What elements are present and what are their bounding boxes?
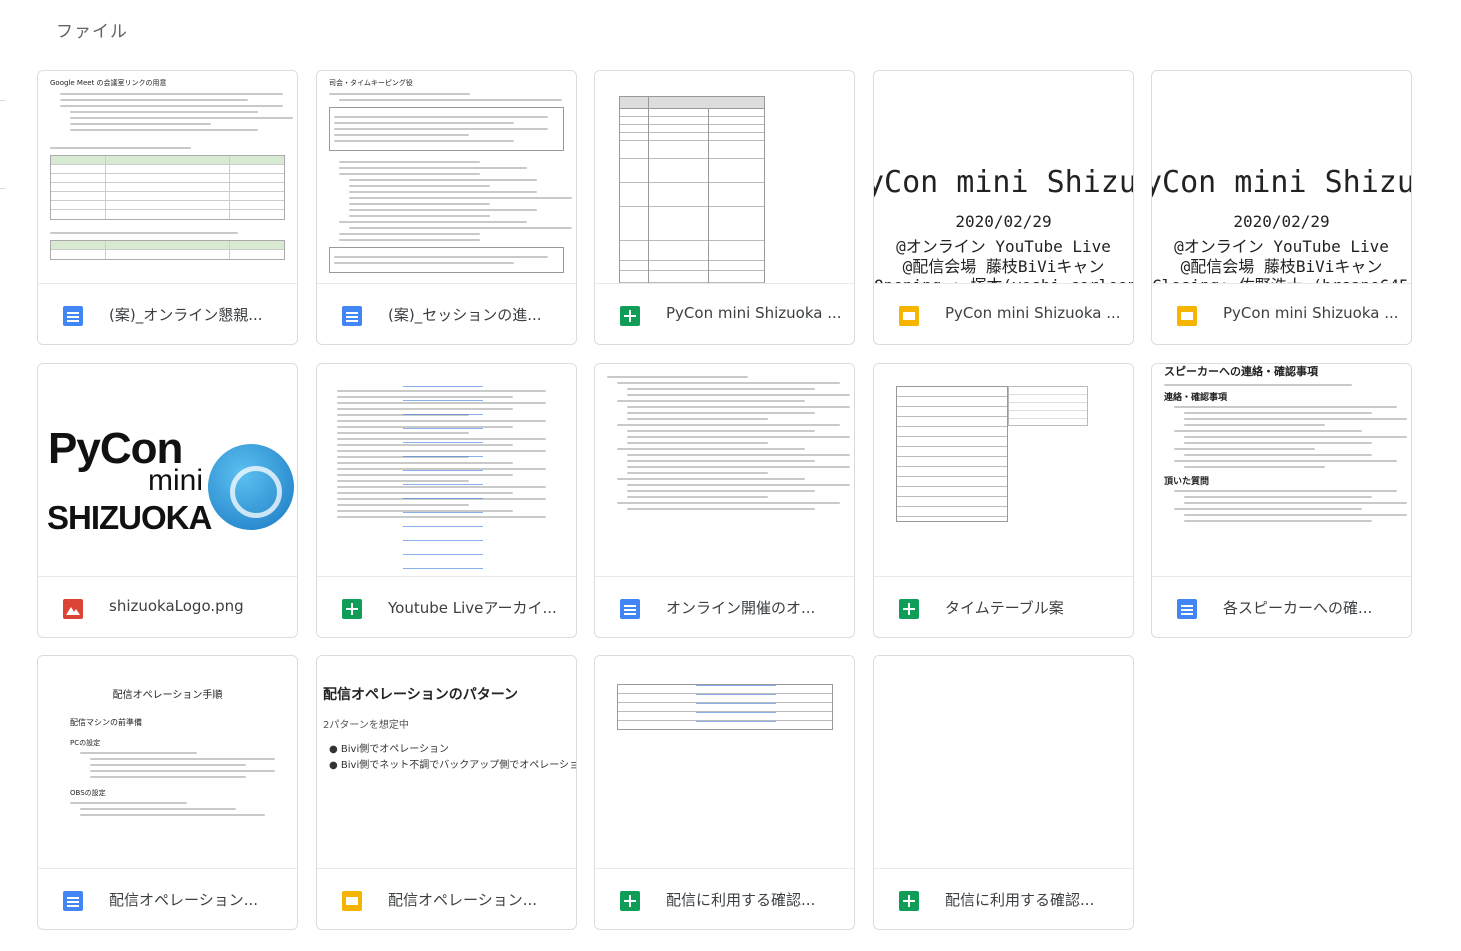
file-name: タイムテーブル案: [945, 599, 1064, 617]
sheet-icon: [342, 599, 362, 619]
slide-date: 2020/02/29: [1233, 212, 1330, 231]
file-thumbnail: スピーカーへの連絡・確認事項 連絡・確認事項 頂いた質問: [1152, 364, 1411, 577]
logo-image: PyCon mini SHIZUOKA: [38, 364, 297, 576]
slide-line: Closing: 佐野浩士 (hrsano645): [1152, 272, 1411, 283]
file-thumbnail: yCon mini Shizuok 2020/02/29 @オンライン YouT…: [874, 71, 1133, 284]
thumb-title: 配信オペレーションのパターン: [323, 687, 519, 703]
slide-title: yCon mini Shizuok: [1152, 165, 1411, 200]
slide-line: Opening : 塚本(yoshi-corleone): [874, 272, 1133, 283]
slide-icon: [342, 891, 362, 911]
file-thumbnail: [874, 656, 1133, 869]
thumb-title: Google Meet の会議室リンクの用意: [50, 79, 167, 87]
file-card[interactable]: 配信に利用する確認...: [873, 655, 1134, 930]
file-card[interactable]: Youtube Liveアーカイ...: [316, 363, 577, 638]
doc-icon: [63, 306, 83, 326]
file-thumbnail: [317, 364, 576, 577]
thumb-title: 配信オペレーション手順: [112, 690, 223, 701]
file-card[interactable]: yCon mini Shizuok 2020/02/29 @オンライン YouT…: [1151, 70, 1412, 345]
slide-title: yCon mini Shizuok: [874, 165, 1133, 200]
section-title: ファイル: [56, 22, 128, 42]
thumb-subheading: OBSの設定: [70, 789, 106, 797]
file-thumbnail: [595, 71, 854, 284]
sheet-icon: [620, 891, 640, 911]
slide-icon: [899, 306, 919, 326]
file-thumbnail: 司会・タイムキーピング役: [317, 71, 576, 284]
thumb-bullet: ● Bivi側でオペレーション: [329, 744, 450, 755]
sheet-icon: [899, 599, 919, 619]
file-name: shizuokaLogo.png: [109, 597, 244, 615]
file-card[interactable]: 配信オペレーションのパターン 2パターンを想定中 ● Bivi側でオペレーション…: [316, 655, 577, 930]
slide-icon: [1177, 306, 1197, 326]
file-thumbnail: [595, 656, 854, 869]
file-name: 各スピーカーへの確...: [1223, 599, 1373, 617]
file-card[interactable]: PyCon mini Shizuoka ...: [594, 70, 855, 345]
thumb-subheading: 2パターンを想定中: [323, 720, 409, 731]
file-thumbnail: 配信オペレーションのパターン 2パターンを想定中 ● Bivi側でオペレーション…: [317, 656, 576, 869]
doc-icon: [1177, 599, 1197, 619]
file-name: (案)_オンライン懇親...: [109, 306, 263, 324]
sheet-icon: [620, 306, 640, 326]
file-name: Youtube Liveアーカイ...: [388, 599, 557, 617]
doc-icon: [63, 891, 83, 911]
thumb-title: 司会・タイムキーピング役: [329, 79, 413, 87]
file-name: PyCon mini Shizuoka ...: [666, 304, 842, 322]
file-thumbnail: [595, 364, 854, 577]
thumb-subheading: 頂いた質問: [1164, 477, 1210, 487]
thumb-subheading: 連絡・確認事項: [1164, 393, 1228, 403]
mascot-icon: [208, 444, 294, 530]
file-card[interactable]: PyCon mini SHIZUOKA shizuokaLogo.png: [37, 363, 298, 638]
file-name: 配信に利用する確認...: [945, 891, 1095, 909]
file-name: PyCon mini Shizuoka ...: [945, 304, 1121, 322]
file-name: (案)_セッションの進...: [388, 306, 542, 324]
sheet-icon: [899, 891, 919, 911]
file-name: 配信オペレーション...: [388, 891, 538, 909]
slide-date: 2020/02/29: [955, 212, 1052, 231]
file-name: 配信オペレーション...: [109, 891, 259, 909]
file-card[interactable]: オンライン開催のオ...: [594, 363, 855, 638]
file-thumbnail: PyCon mini SHIZUOKA: [38, 364, 297, 577]
file-thumbnail: 配信オペレーション手順 配信マシンの前準備 PCの設定 OBSの設定: [38, 656, 297, 869]
edge-divider: [0, 188, 6, 189]
thumb-subheading: 配信マシンの前準備: [70, 718, 142, 727]
file-card[interactable]: 司会・タイムキーピング役 (案)_セッションの進...: [316, 70, 577, 345]
thumb-title: スピーカーへの連絡・確認事項: [1164, 365, 1318, 378]
file-card[interactable]: タイムテーブル案: [873, 363, 1134, 638]
edge-divider: [0, 100, 6, 101]
file-name: PyCon mini Shizuoka ...: [1223, 304, 1399, 322]
file-card[interactable]: 配信オペレーション手順 配信マシンの前準備 PCの設定 OBSの設定 配信オペレ…: [37, 655, 298, 930]
file-thumbnail: Google Meet の会議室リンクの用意: [38, 71, 297, 284]
file-name: 配信に利用する確認...: [666, 891, 816, 909]
file-card[interactable]: スピーカーへの連絡・確認事項 連絡・確認事項 頂いた質問 各スピーカーへの確..…: [1151, 363, 1412, 638]
file-card[interactable]: Google Meet の会議室リンクの用意 (案)_オンライン懇親...: [37, 70, 298, 345]
doc-icon: [620, 599, 640, 619]
file-thumbnail: [874, 364, 1133, 577]
doc-icon: [342, 306, 362, 326]
image-icon: [63, 599, 83, 619]
file-card[interactable]: yCon mini Shizuok 2020/02/29 @オンライン YouT…: [873, 70, 1134, 345]
thumb-subheading: PCの設定: [70, 739, 101, 747]
file-thumbnail: yCon mini Shizuok 2020/02/29 @オンライン YouT…: [1152, 71, 1411, 284]
thumb-bullet: ● Bivi側でネット不調でバックアップ側でオペレーション: [329, 760, 576, 771]
file-card[interactable]: 配信に利用する確認...: [594, 655, 855, 930]
file-name: オンライン開催のオ...: [666, 599, 816, 617]
